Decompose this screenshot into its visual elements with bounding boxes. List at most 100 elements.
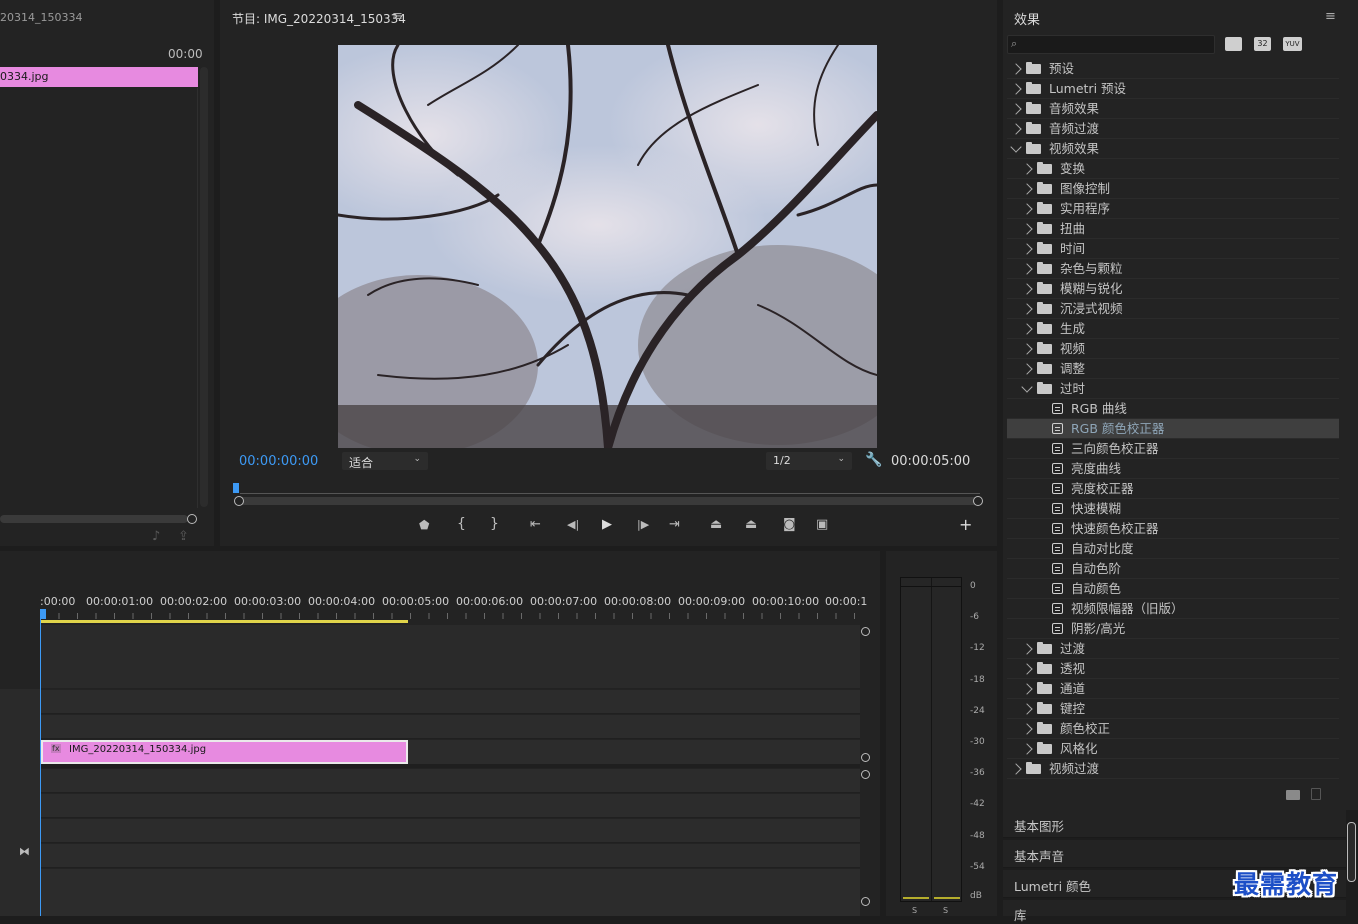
chevron-right-icon[interactable] xyxy=(1021,703,1033,715)
timeline-playhead[interactable] xyxy=(40,609,41,916)
chevron-right-icon[interactable] xyxy=(1021,163,1033,175)
chevron-right-icon[interactable] xyxy=(1021,303,1033,315)
play-button[interactable]: ▶ xyxy=(602,517,612,532)
tree-item[interactable]: 通道 xyxy=(1007,679,1339,699)
chevron-right-icon[interactable] xyxy=(1010,123,1022,135)
lift-button[interactable]: ⏏ xyxy=(710,517,722,532)
tree-item[interactable]: 音频过渡 xyxy=(1007,119,1339,139)
source-zoom-scroll[interactable] xyxy=(0,515,188,523)
chevron-right-icon[interactable] xyxy=(1021,683,1033,695)
track-expand-icon[interactable]: ⧓ xyxy=(19,845,30,858)
tree-item[interactable]: 自动颜色 xyxy=(1007,579,1339,599)
accelerated-effects-icon[interactable] xyxy=(1225,37,1242,51)
v-scroll-mid[interactable] xyxy=(861,753,870,762)
tree-item[interactable]: Lumetri 预设 xyxy=(1007,79,1339,99)
tree-item[interactable]: 预设 xyxy=(1007,59,1339,79)
right-scrollbar[interactable] xyxy=(1347,822,1356,882)
tree-item[interactable]: 调整 xyxy=(1007,359,1339,379)
mark-in-button[interactable]: { xyxy=(457,516,466,532)
v-scroll-a[interactable] xyxy=(861,770,870,779)
tree-item[interactable]: 扭曲 xyxy=(1007,219,1339,239)
timeline-clip[interactable]: fx IMG_20220314_150334.jpg xyxy=(41,740,408,764)
playhead-marker[interactable] xyxy=(233,483,239,493)
source-zoom-handle[interactable] xyxy=(187,514,197,524)
trash-icon[interactable] xyxy=(1311,788,1321,800)
chevron-right-icon[interactable] xyxy=(1021,283,1033,295)
tree-item[interactable]: 透视 xyxy=(1007,659,1339,679)
step-forward-button[interactable]: |▶ xyxy=(637,518,649,531)
go-to-out-button[interactable]: ⇥ xyxy=(669,517,680,532)
tree-item[interactable]: 三向颜色校正器 xyxy=(1007,439,1339,459)
new-bin-icon[interactable] xyxy=(1286,790,1300,800)
tree-item[interactable]: 视频效果 xyxy=(1007,139,1339,159)
program-current-timecode[interactable]: 00:00:00:00 xyxy=(239,454,318,469)
work-area-bar[interactable] xyxy=(40,620,408,623)
extract-button[interactable]: ⏏ xyxy=(745,517,757,532)
fit-select[interactable]: 适合 ⌄ xyxy=(342,452,428,470)
tree-item[interactable]: 亮度曲线 xyxy=(1007,459,1339,479)
tree-item[interactable]: 过时 xyxy=(1007,379,1339,399)
resolution-select[interactable]: 1/2 ⌄ xyxy=(766,452,852,470)
tree-item[interactable]: 快速模糊 xyxy=(1007,499,1339,519)
panel-essential-sound[interactable]: 基本声音 xyxy=(1003,840,1346,868)
tree-item[interactable]: 沉浸式视频 xyxy=(1007,299,1339,319)
tree-item[interactable]: 变换 xyxy=(1007,159,1339,179)
wrench-icon[interactable]: 🔧 xyxy=(865,452,882,468)
export-icon[interactable]: ⇪ xyxy=(178,529,189,544)
chevron-right-icon[interactable] xyxy=(1021,723,1033,735)
yuv-effects-icon[interactable]: YUV xyxy=(1283,37,1302,51)
chevron-right-icon[interactable] xyxy=(1021,203,1033,215)
chevron-right-icon[interactable] xyxy=(1021,363,1033,375)
tree-item[interactable]: 视频 xyxy=(1007,339,1339,359)
music-note-icon[interactable]: ♪ xyxy=(152,529,160,544)
tree-item[interactable]: 过渡 xyxy=(1007,639,1339,659)
tree-item[interactable]: 视频限幅器（旧版） xyxy=(1007,599,1339,619)
tree-item[interactable]: 杂色与颗粒 xyxy=(1007,259,1339,279)
source-clip-bar[interactable]: 0334.jpg xyxy=(0,67,198,87)
chevron-right-icon[interactable] xyxy=(1010,103,1022,115)
add-button-icon[interactable]: + xyxy=(959,515,972,534)
tree-item[interactable]: 音频效果 xyxy=(1007,99,1339,119)
tree-item[interactable]: RGB 颜色校正器 xyxy=(1007,419,1339,439)
add-marker-button[interactable]: ⬟ xyxy=(419,518,429,532)
program-menu-icon[interactable]: ≡ xyxy=(392,9,403,24)
panel-essential-graphics[interactable]: 基本图形 xyxy=(1003,810,1346,838)
v-scroll-top[interactable] xyxy=(861,627,870,636)
chevron-right-icon[interactable] xyxy=(1021,663,1033,675)
tree-item[interactable]: 时间 xyxy=(1007,239,1339,259)
chevron-right-icon[interactable] xyxy=(1021,643,1033,655)
compare-view-button[interactable]: ▣ xyxy=(816,517,828,532)
tree-item[interactable]: RGB 曲线 xyxy=(1007,399,1339,419)
chevron-right-icon[interactable] xyxy=(1021,223,1033,235)
zoom-handle-left[interactable] xyxy=(234,496,244,506)
tree-item[interactable]: 视频过渡 xyxy=(1007,759,1339,779)
mark-out-button[interactable]: } xyxy=(490,516,499,532)
zoom-scrollbar[interactable] xyxy=(238,497,978,505)
effects-menu-icon[interactable]: ≡ xyxy=(1325,9,1336,24)
tree-item[interactable]: 键控 xyxy=(1007,699,1339,719)
camera-icon[interactable]: ◙ xyxy=(783,517,796,532)
tree-item[interactable]: 生成 xyxy=(1007,319,1339,339)
chevron-right-icon[interactable] xyxy=(1021,743,1033,755)
chevron-right-icon[interactable] xyxy=(1010,63,1022,75)
tree-item[interactable]: 图像控制 xyxy=(1007,179,1339,199)
solo-button-left[interactable]: S xyxy=(912,906,917,915)
tree-item[interactable]: 亮度校正器 xyxy=(1007,479,1339,499)
tree-item[interactable]: 快速颜色校正器 xyxy=(1007,519,1339,539)
tree-item[interactable]: 阴影/高光 xyxy=(1007,619,1339,639)
step-back-button[interactable]: ◀| xyxy=(567,518,579,531)
zoom-handle-right[interactable] xyxy=(973,496,983,506)
go-to-in-button[interactable]: ⇤ xyxy=(530,517,541,532)
tree-item[interactable]: 模糊与锐化 xyxy=(1007,279,1339,299)
search-input[interactable]: ⌕ xyxy=(1007,35,1215,54)
chevron-right-icon[interactable] xyxy=(1021,263,1033,275)
v-scroll-bottom[interactable] xyxy=(861,897,870,906)
chevron-right-icon[interactable] xyxy=(1010,83,1022,95)
program-title[interactable]: 节目: IMG_20220314_150334 xyxy=(232,10,406,27)
chevron-right-icon[interactable] xyxy=(1021,323,1033,335)
tree-item[interactable]: 自动色阶 xyxy=(1007,559,1339,579)
tree-item[interactable]: 实用程序 xyxy=(1007,199,1339,219)
source-scrollbar[interactable] xyxy=(200,67,208,507)
tree-item[interactable]: 风格化 xyxy=(1007,739,1339,759)
timeline-ruler[interactable]: :00:00 00:00:01:00 00:00:02:00 00:00:03:… xyxy=(40,595,867,621)
